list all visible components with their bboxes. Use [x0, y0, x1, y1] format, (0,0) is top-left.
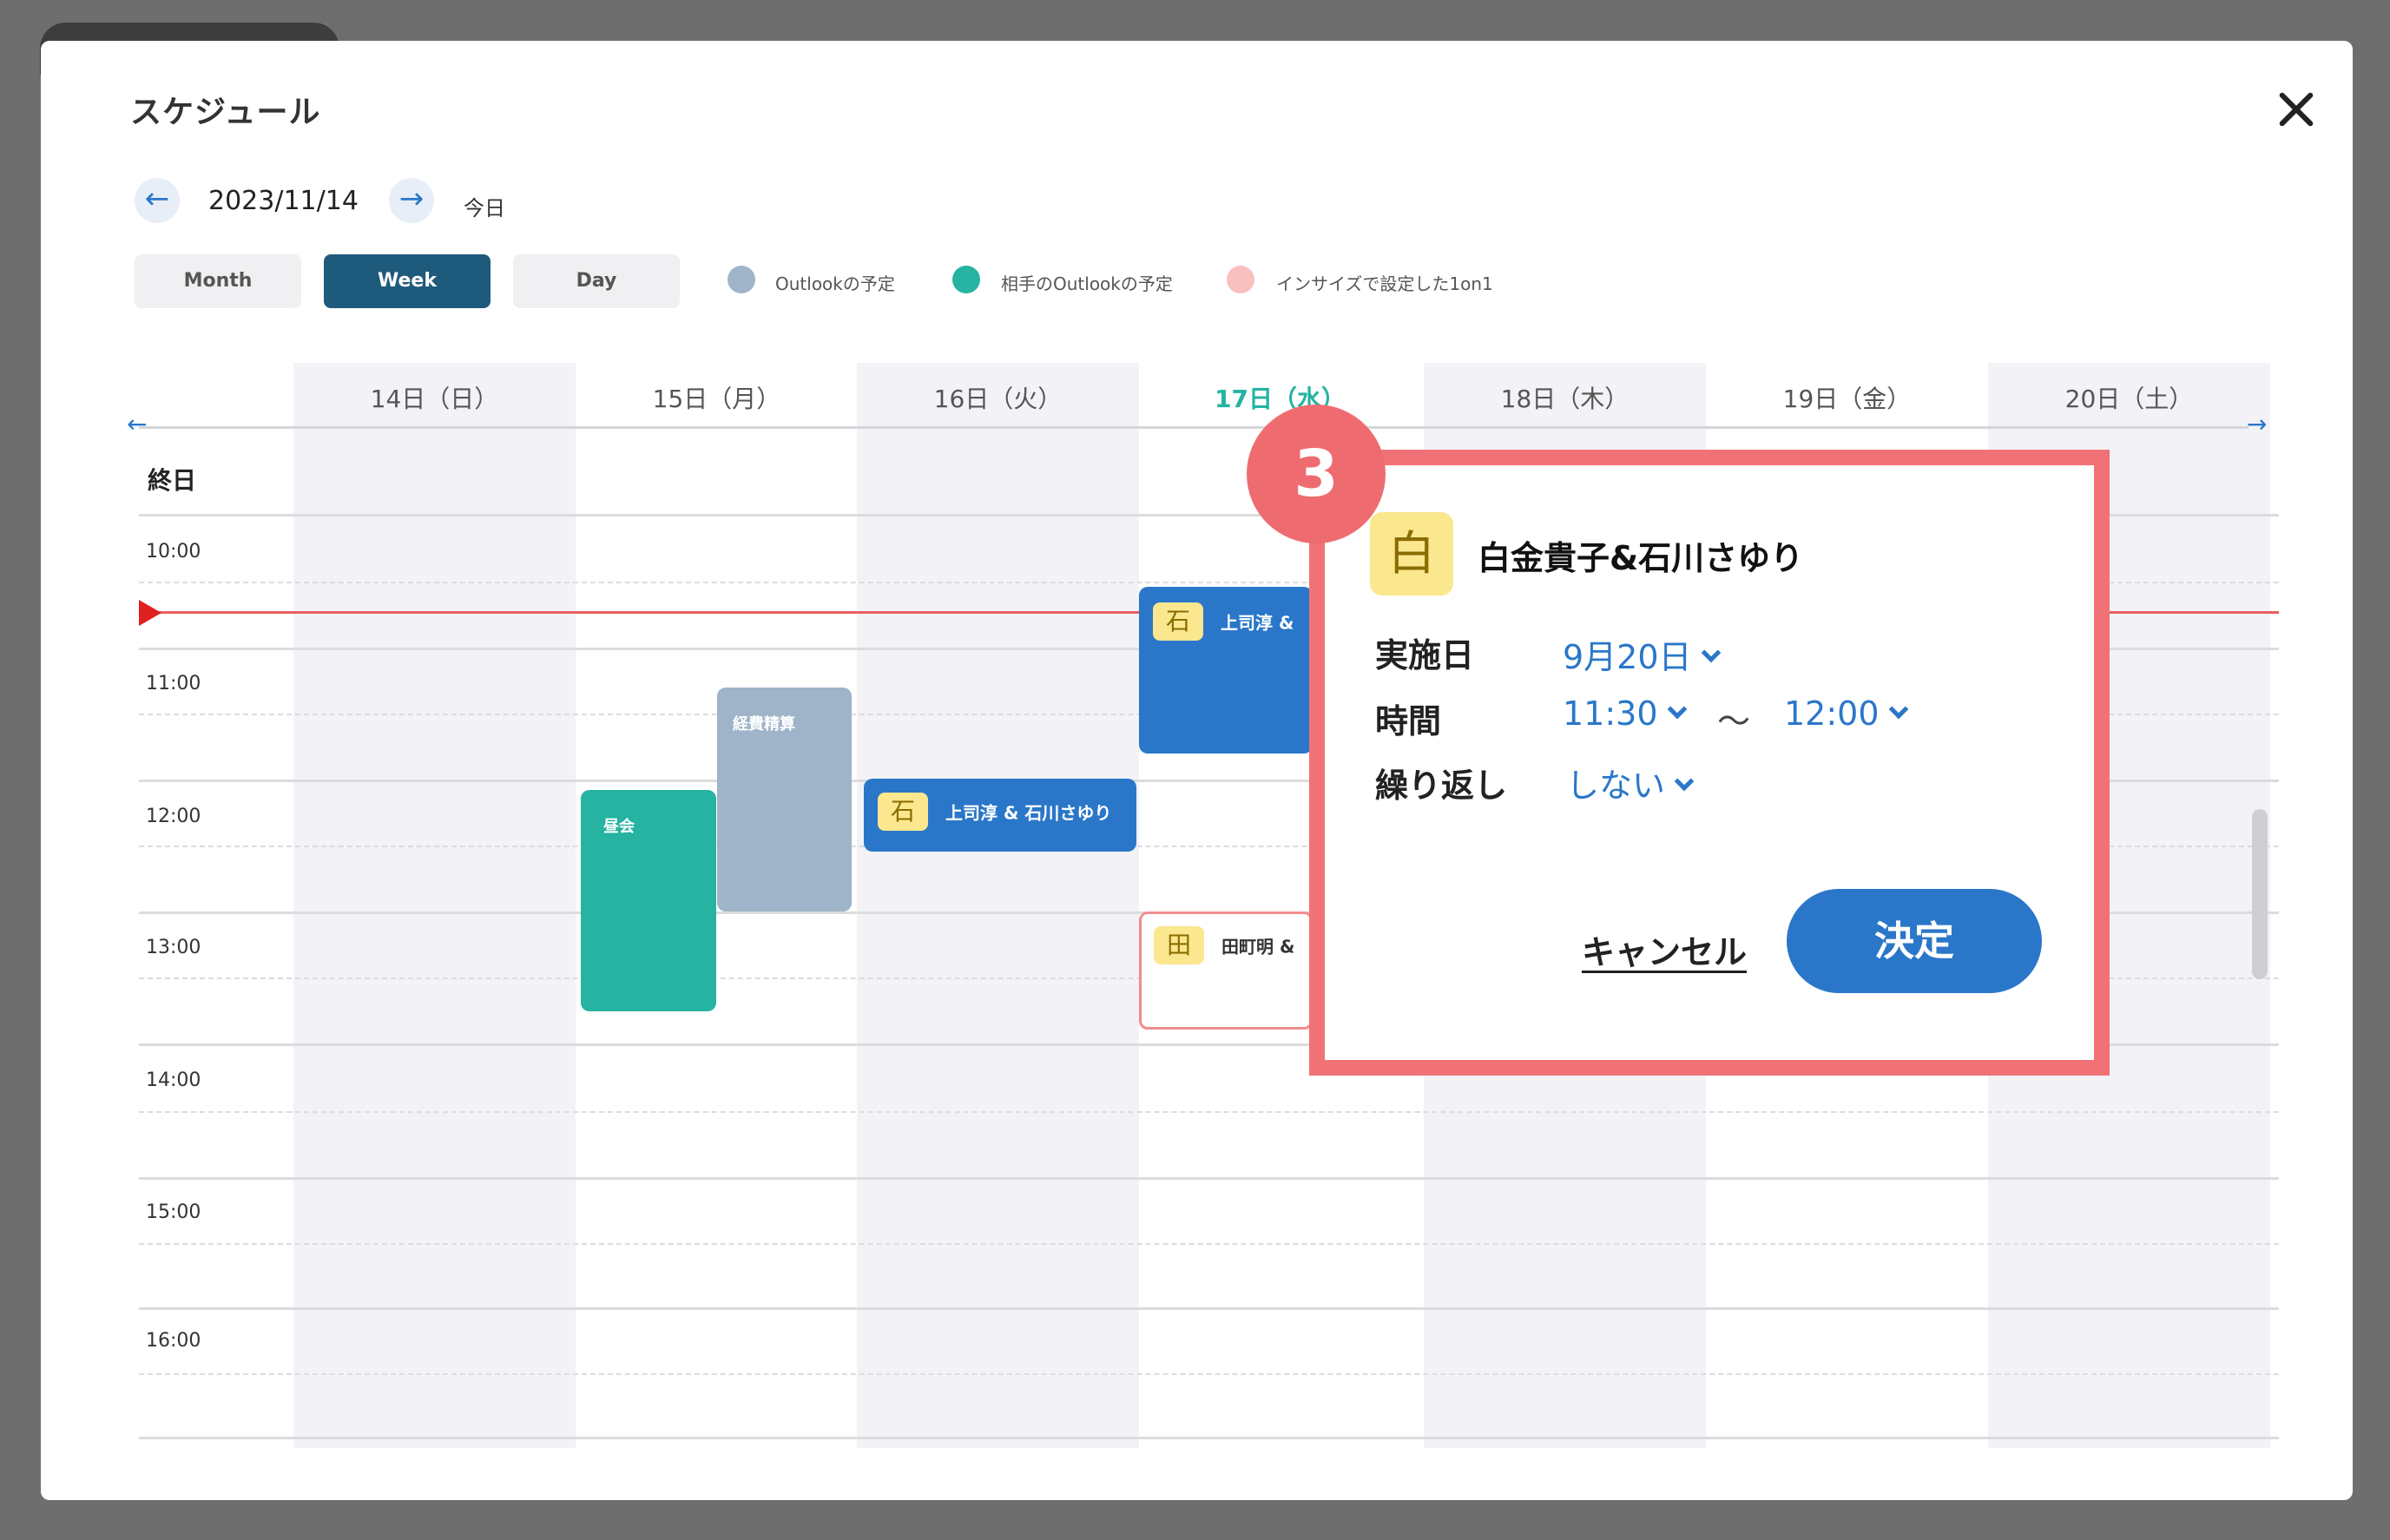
modal-title: スケジュール — [130, 95, 321, 130]
day-header-sun: 14日（日） — [370, 385, 499, 413]
chevron-down-icon — [1888, 699, 1908, 720]
day-header-sat: 20日（土） — [2064, 385, 2194, 413]
grid-line — [139, 1177, 2279, 1180]
event-avatar: 石 — [878, 793, 928, 831]
view-week-button[interactable]: Week — [324, 254, 491, 308]
legend-dot-partner-outlook — [952, 266, 980, 293]
start-time-select[interactable]: 11:30 — [1563, 694, 1687, 733]
event-label: 昼会 — [603, 818, 635, 836]
grid-line-half — [139, 1111, 2279, 1113]
chevron-down-icon — [1701, 642, 1721, 663]
today-button[interactable]: 今日 — [464, 191, 505, 221]
view-month-button[interactable]: Month — [135, 254, 301, 308]
next-week-button[interactable]: → — [389, 178, 434, 223]
grid-line-half — [139, 1243, 2279, 1245]
day-header-mon: 15日（月） — [652, 385, 781, 413]
date-select[interactable]: 9月20日 — [1563, 630, 1721, 678]
time-label: 13:00 — [146, 937, 201, 958]
grid-line-half — [139, 1373, 2279, 1375]
current-date: 2023/11/14 — [208, 186, 359, 216]
legend-dot-1on1 — [1227, 266, 1254, 293]
allday-label: 終日 — [148, 466, 197, 495]
cancel-button[interactable]: キャンセル — [1582, 925, 1747, 973]
event-label: 経費精算 — [733, 715, 795, 734]
time-label: 11:00 — [146, 673, 201, 694]
event-1on1-pending[interactable]: 田田町明 & — [1139, 911, 1313, 1030]
popup-participants: 白金貴子&石川さゆり — [1478, 539, 1804, 577]
repeat-select[interactable]: しない — [1566, 759, 1695, 806]
event-expense[interactable]: 経費精算 — [717, 688, 852, 911]
close-icon[interactable] — [2272, 85, 2321, 134]
event-avatar: 田 — [1154, 926, 1204, 964]
step-number-badge: 3 — [1247, 405, 1386, 543]
current-time-marker-icon — [139, 600, 161, 626]
time-label: 10:00 — [146, 541, 201, 563]
legend-dot-outlook — [728, 266, 755, 293]
chevron-down-icon — [1667, 699, 1687, 720]
time-label-popup: 時間 — [1375, 702, 1442, 740]
view-day-button[interactable]: Day — [513, 254, 680, 308]
header-divider — [139, 426, 2248, 429]
popup-avatar: 白 — [1370, 512, 1453, 596]
grid-line — [139, 1307, 2279, 1310]
day-header-thu: 18日（木） — [1500, 385, 1630, 413]
time-label: 14:00 — [146, 1069, 201, 1091]
scroll-left-icon[interactable]: ← — [127, 410, 147, 438]
legend-label-partner-outlook: 相手のOutlookの予定 — [1001, 273, 1173, 294]
repeat-label: 繰り返し — [1375, 767, 1508, 805]
legend-label-outlook: Outlookの予定 — [775, 273, 895, 294]
event-lunch[interactable]: 昼会 — [581, 790, 716, 1011]
day-header-fri: 19日（金） — [1782, 385, 1912, 413]
end-time-select[interactable]: 12:00 — [1784, 694, 1908, 733]
event-label: 上司淳 & — [1221, 612, 1294, 634]
day-column-sun — [293, 363, 576, 1448]
vertical-scrollbar[interactable] — [2252, 809, 2268, 979]
time-separator: 〜 — [1717, 702, 1751, 740]
event-1on1-tue[interactable]: 石上司淳 & 石川さゆり — [864, 779, 1136, 852]
event-label: 上司淳 & 石川さゆり — [945, 802, 1112, 824]
event-avatar: 石 — [1153, 602, 1203, 641]
scroll-right-icon[interactable]: → — [2247, 410, 2267, 438]
day-header-tue: 16日（火） — [933, 385, 1063, 413]
prev-week-button[interactable]: ← — [135, 178, 180, 223]
legend-label-1on1: インサイズで設定した1on1 — [1276, 273, 1493, 294]
event-1on1-wed[interactable]: 石上司淳 & — [1139, 587, 1313, 754]
date-value: 9月20日 — [1563, 638, 1692, 676]
event-label: 田町明 & — [1221, 936, 1295, 958]
repeat-value: しない — [1566, 767, 1666, 805]
date-label: 実施日 — [1375, 636, 1475, 675]
time-label: 15:00 — [146, 1201, 201, 1223]
grid-line — [139, 1437, 2279, 1439]
time-label: 12:00 — [146, 806, 201, 827]
confirm-button[interactable]: 決定 — [1787, 889, 2042, 993]
start-time-value: 11:30 — [1563, 694, 1658, 733]
day-column-tue — [857, 363, 1139, 1448]
chevron-down-icon — [1674, 771, 1695, 792]
end-time-value: 12:00 — [1784, 694, 1880, 733]
time-label: 16:00 — [146, 1330, 201, 1352]
day-header-wed: 17日（水） — [1215, 385, 1346, 413]
